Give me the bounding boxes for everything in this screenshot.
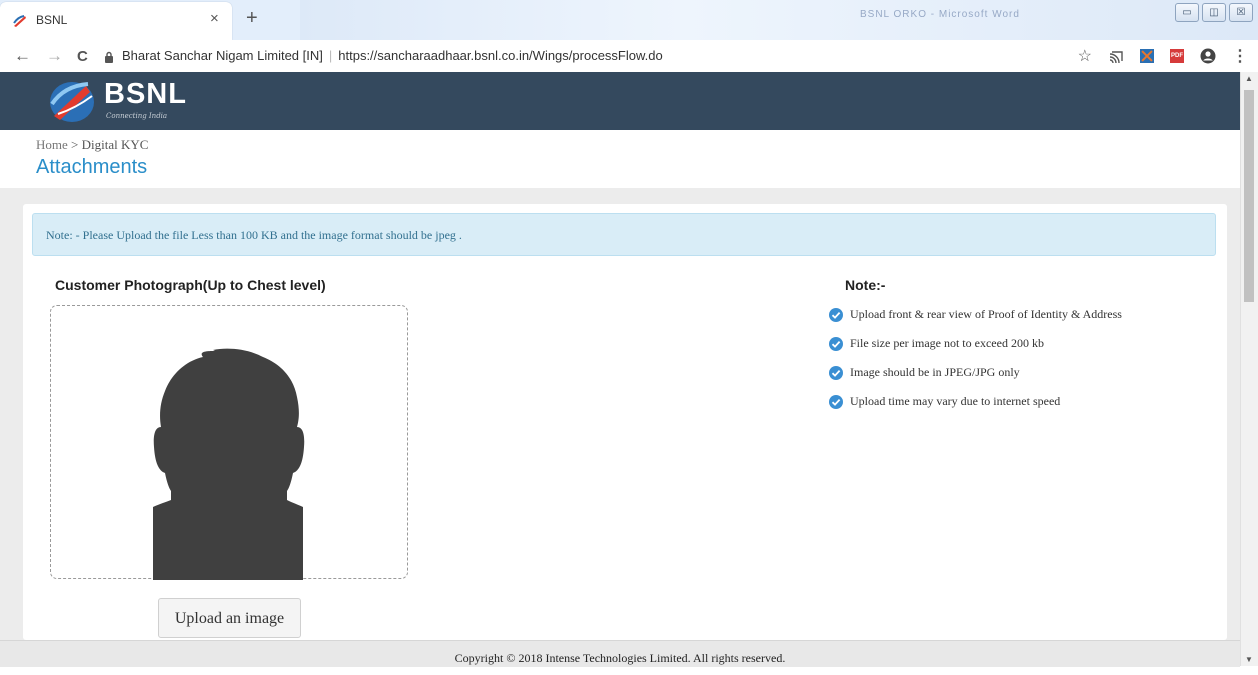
bsnl-favicon-icon	[13, 15, 26, 27]
check-circle-icon	[829, 308, 843, 322]
tab-close-icon[interactable]: ×	[210, 10, 219, 27]
note-item-text: Upload time may vary due to internet spe…	[850, 394, 1061, 408]
photo-section-heading: Customer Photograph(Up to Chest level)	[55, 277, 326, 293]
background-window: BSNL ORKO - Microsoft Word	[300, 0, 1258, 40]
person-placeholder-icon	[153, 348, 305, 580]
extension-x-icon[interactable]	[1140, 49, 1154, 63]
forward-icon[interactable]: →	[46, 46, 63, 66]
bsnl-logo-icon[interactable]	[46, 78, 98, 124]
lock-icon	[105, 51, 113, 63]
breadcrumb: Home > Digital KYC	[36, 137, 148, 153]
check-circle-icon	[829, 395, 843, 409]
note-item: File size per image not to exceed 200 kb	[829, 336, 1122, 365]
minimize-button[interactable]: ▭	[1175, 3, 1199, 22]
note-item-text: File size per image not to exceed 200 kb	[850, 336, 1044, 350]
title-bar	[0, 130, 1240, 188]
note-item: Upload front & rear view of Proof of Ide…	[829, 307, 1122, 336]
check-circle-icon	[829, 337, 843, 351]
maximize-button[interactable]: ◫	[1202, 3, 1226, 22]
notice-text: Note: - Please Upload the file Less than…	[46, 228, 462, 242]
profile-avatar-icon[interactable]	[1200, 48, 1216, 64]
note-item: Upload time may vary due to internet spe…	[829, 394, 1122, 423]
note-item-text: Upload front & rear view of Proof of Ide…	[850, 307, 1122, 321]
upload-notice-alert: Note: - Please Upload the file Less than…	[32, 213, 1216, 256]
check-circle-icon	[829, 366, 843, 380]
notes-list: Upload front & rear view of Proof of Ide…	[829, 307, 1122, 423]
cast-icon[interactable]	[1108, 49, 1124, 63]
pdf-extension-icon[interactable]: PDF	[1170, 49, 1184, 63]
address-bar[interactable]: Bharat Sanchar Nigam Limited [IN] | https:…	[104, 45, 704, 67]
tab-title: BSNL	[36, 13, 68, 27]
copyright-text: Copyright © 2018 Intense Technologies Li…	[454, 651, 786, 665]
brand-name: BSNL	[104, 78, 187, 110]
page-footer: Copyright © 2018 Intense Technologies Li…	[0, 640, 1240, 667]
site-header: BSNL Connecting India	[0, 72, 1240, 130]
back-icon[interactable]: ←	[14, 46, 31, 66]
breadcrumb-home-link[interactable]: Home	[36, 137, 68, 152]
site-identity: Bharat Sanchar Nigam Limited [IN]	[122, 48, 323, 63]
browser-toolbar: ← → C Bharat Sanchar Nigam Limited [IN] |…	[0, 40, 1258, 73]
browser-tab-strip: BSNL ORKO - Microsoft Word BSNL × + ▭ ◫ …	[0, 0, 1258, 40]
vertical-scrollbar[interactable]: ▲ ▼	[1240, 72, 1258, 666]
notes-heading: Note:-	[845, 277, 886, 293]
brand-tagline: Connecting India	[106, 112, 168, 120]
close-window-button[interactable]: ☒	[1229, 3, 1253, 22]
reload-icon[interactable]: C	[77, 48, 88, 65]
background-window-title: BSNL ORKO - Microsoft Word	[860, 9, 1020, 20]
address-separator: |	[328, 48, 333, 63]
note-item-text: Image should be in JPEG/JPG only	[850, 365, 1020, 379]
scroll-down-arrow-icon[interactable]: ▼	[1245, 655, 1253, 664]
upload-image-button[interactable]: Upload an image	[158, 598, 301, 638]
browser-menu-icon[interactable]: ⋮	[1232, 46, 1248, 66]
page-title: Attachments	[36, 156, 148, 178]
url-text: https://sancharaadhaar.bsnl.co.in/Wings/…	[338, 48, 663, 63]
new-tab-icon[interactable]: +	[246, 7, 258, 30]
breadcrumb-current: Digital KYC	[81, 137, 149, 152]
bookmark-star-icon[interactable]: ☆	[1078, 46, 1092, 66]
browser-tab[interactable]: BSNL ×	[0, 2, 232, 40]
toolbar-icons: ☆ PDF ⋮	[1078, 46, 1248, 66]
note-item: Image should be in JPEG/JPG only	[829, 365, 1122, 394]
window-controls: ▭ ◫ ☒	[1175, 3, 1253, 22]
scroll-up-arrow-icon[interactable]: ▲	[1245, 74, 1253, 83]
scroll-thumb[interactable]	[1244, 90, 1254, 302]
breadcrumb-separator: >	[71, 137, 79, 152]
